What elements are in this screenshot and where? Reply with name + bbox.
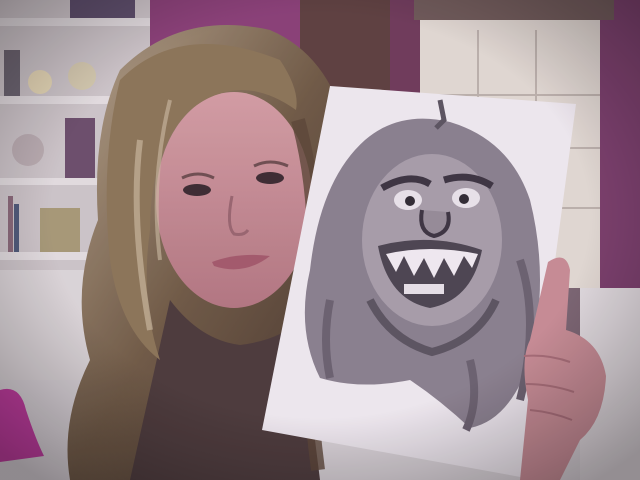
- webcam-photo: [0, 0, 640, 480]
